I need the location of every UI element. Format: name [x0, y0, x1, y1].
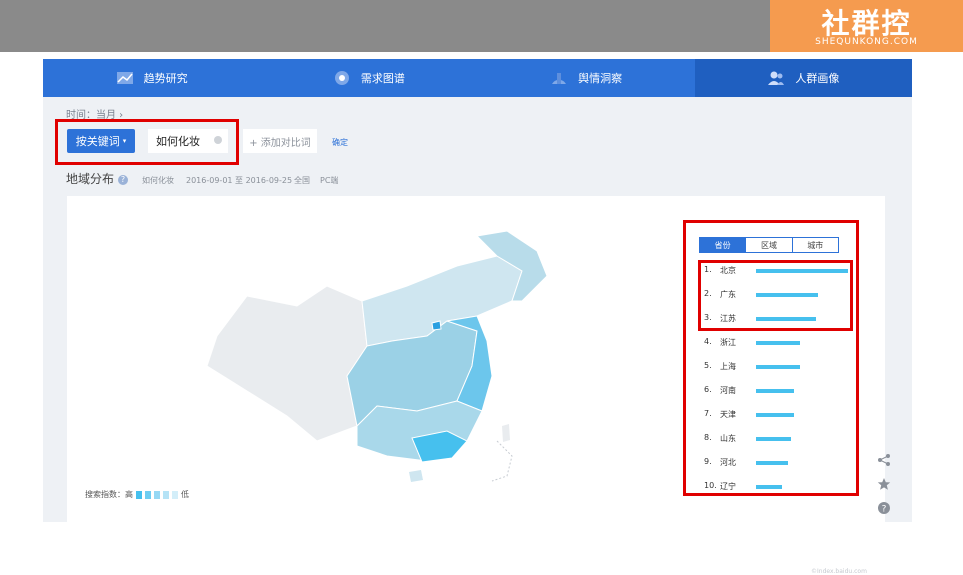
- map-legend: 搜索指数：高 低: [85, 489, 189, 500]
- share-icon[interactable]: [872, 448, 896, 472]
- star-icon[interactable]: [872, 472, 896, 496]
- nav-item-demand[interactable]: 需求图谱: [260, 59, 477, 97]
- sentiment-icon: [552, 73, 567, 84]
- legend-swatch: [163, 490, 169, 499]
- legend-high-label: 搜索指数：高: [85, 490, 133, 499]
- side-tools: ?: [872, 448, 896, 520]
- add-compare-button[interactable]: + 添加对比词: [243, 129, 317, 153]
- nav-item-sentiment[interactable]: 舆情洞察: [478, 59, 695, 97]
- help-icon[interactable]: ?: [118, 174, 129, 185]
- map-south-sea-islands: [491, 440, 513, 482]
- section-title: 地域分布?: [66, 170, 129, 187]
- nav-label: 需求图谱: [360, 72, 405, 85]
- watermark: ©Index.baidu.com: [811, 568, 867, 575]
- legend-swatch: [145, 490, 151, 499]
- meta-range: 2016-09-01 至 2016-09-25: [186, 176, 293, 185]
- bubble-icon: [334, 71, 349, 85]
- nav-label: 舆情洞察: [578, 72, 623, 85]
- people-icon: [768, 71, 785, 85]
- china-map: [206, 230, 548, 482]
- main-nav: 趋势研究 需求图谱 舆情洞察 人群画像: [43, 59, 912, 97]
- map-region-west: [206, 285, 368, 442]
- section-title-text: 地域分布: [66, 172, 115, 186]
- chart-icon: [116, 72, 133, 84]
- meta-keyword: 如何化妆: [142, 176, 174, 185]
- brand-sub: SHEQUNKONG.COM: [815, 37, 918, 47]
- help-icon[interactable]: ?: [872, 496, 896, 520]
- svg-text:?: ?: [882, 505, 887, 515]
- nav-item-trend[interactable]: 趋势研究: [43, 59, 260, 97]
- meta-device: PC端: [320, 176, 339, 185]
- legend-swatch: [172, 490, 178, 499]
- meta-region: 全国: [294, 176, 310, 185]
- brand-name: 社群控: [821, 7, 912, 40]
- nav-item-people[interactable]: 人群画像: [694, 59, 912, 97]
- brand-logo: 社群控 SHEQUNKONG.COM: [770, 0, 963, 52]
- nav-label: 人群画像: [795, 72, 840, 85]
- legend-low-label: 低: [181, 490, 189, 499]
- confirm-link[interactable]: 确定: [332, 137, 348, 148]
- legend-swatch: [136, 490, 142, 499]
- highlight-box-top3: [698, 260, 853, 331]
- map-region-beijing: [431, 320, 442, 331]
- map-region-hainan: [409, 470, 423, 482]
- nav-label: 趋势研究: [143, 72, 188, 85]
- highlight-box-keyword: [55, 119, 239, 165]
- map-region-taiwan: [502, 424, 510, 442]
- legend-swatch: [154, 490, 160, 499]
